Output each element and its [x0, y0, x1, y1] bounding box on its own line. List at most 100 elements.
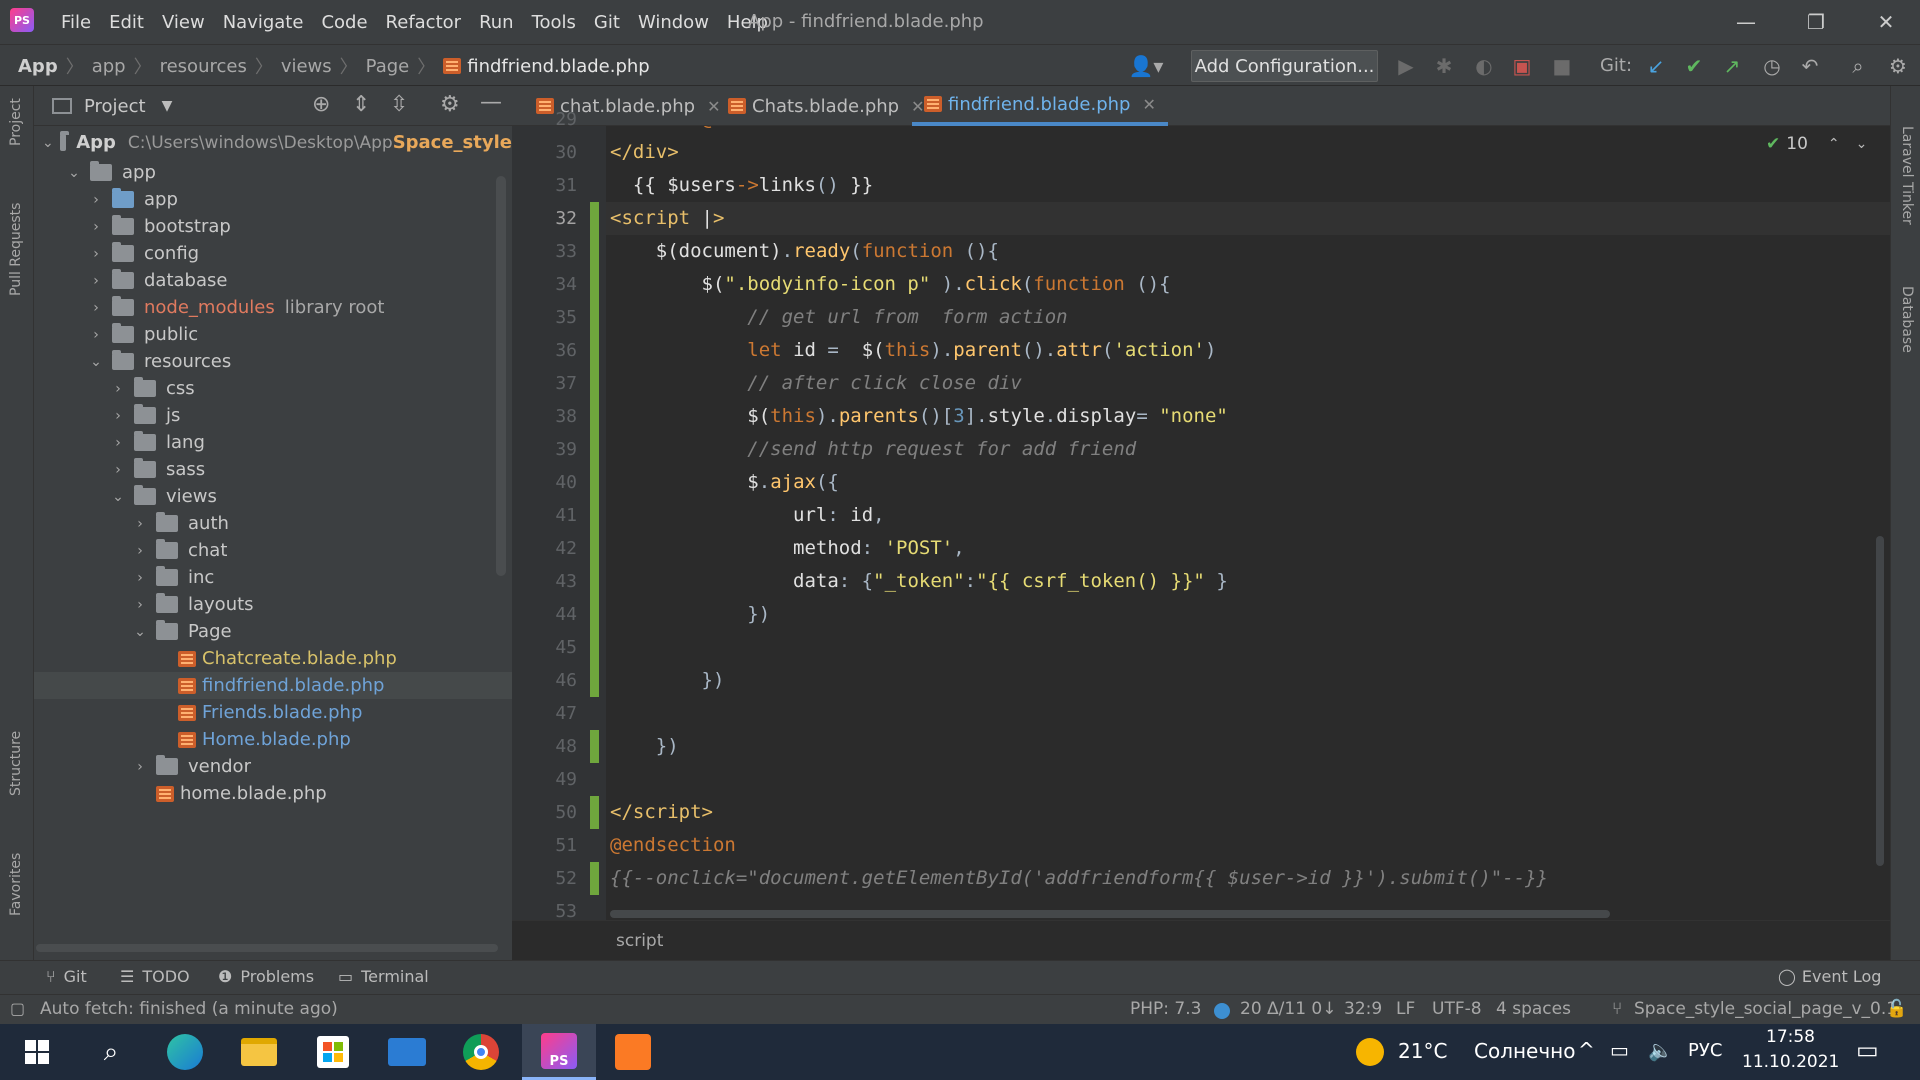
git-push-icon[interactable]: ↗	[1718, 52, 1746, 80]
network-icon[interactable]: ▭	[1610, 1038, 1629, 1062]
tree-folder-item[interactable]: › config	[34, 240, 512, 267]
code-line[interactable]: <script |>	[610, 207, 724, 229]
git-update-icon[interactable]: ↙	[1642, 52, 1670, 80]
code-line[interactable]: })	[610, 603, 770, 625]
chevron-right-icon[interactable]: ›	[86, 273, 106, 289]
vcs-change-marker[interactable]	[590, 862, 599, 895]
chevron-right-icon[interactable]: ›	[108, 462, 128, 478]
caret-position[interactable]: 32:9	[1344, 999, 1382, 1019]
php-level[interactable]: PHP: 7.3	[1130, 999, 1201, 1019]
tree-file-item[interactable]: Home.blade.php	[34, 726, 512, 753]
tree-folder-item[interactable]: › lang	[34, 429, 512, 456]
code-line[interactable]: {{--onclick="document.getElementById('ad…	[610, 867, 1548, 889]
chevron-right-icon[interactable]: ›	[86, 219, 106, 235]
code-line[interactable]: })	[610, 669, 725, 691]
search-icon[interactable]: ⌕	[74, 1024, 148, 1080]
tree-folder-item[interactable]: › vendor	[34, 753, 512, 780]
chevron-right-icon[interactable]: ›	[130, 516, 150, 532]
line-separator[interactable]: LF	[1396, 999, 1415, 1019]
tree-folder-item[interactable]: › auth	[34, 510, 512, 537]
tree-folder-item[interactable]: › layouts	[34, 591, 512, 618]
windows-start-icon[interactable]	[0, 1024, 74, 1080]
code-line[interactable]: let id = $(this).parent().attr('action')	[610, 339, 1216, 361]
close-window-icon[interactable]: ✕	[1856, 6, 1916, 38]
code-line[interactable]: @endsection	[610, 834, 736, 856]
vcs-change-marker[interactable]	[590, 730, 599, 763]
inspection-widget[interactable]: ✔ 10 ⌃ ⌄	[1766, 134, 1867, 154]
collapse-all-icon[interactable]: ⇳	[390, 92, 408, 117]
tree-folder-item[interactable]: › public	[34, 321, 512, 348]
tree-hscroll[interactable]	[34, 944, 512, 954]
menu-navigate[interactable]: Navigate	[214, 12, 313, 33]
chevron-up-icon[interactable]: ^	[1578, 1038, 1595, 1062]
tree-folder-item[interactable]: ⌄ Page	[34, 618, 512, 645]
menu-window[interactable]: Window	[629, 12, 718, 33]
git-tool-button[interactable]: ⑂ Git	[46, 967, 87, 986]
chevron-up-icon[interactable]: ⌃	[1828, 136, 1840, 152]
rollback-icon[interactable]: ↶	[1796, 52, 1824, 80]
code-line[interactable]: $(".bodyinfo-icon p" ).click(function ()…	[610, 273, 1171, 295]
store-icon[interactable]	[296, 1024, 370, 1080]
code-line[interactable]: })	[610, 735, 679, 757]
clock-date[interactable]: 11.10.2021	[1742, 1052, 1839, 1072]
menu-view[interactable]: View	[153, 12, 214, 33]
todo-tool-button[interactable]: ☰ TODO	[120, 967, 190, 986]
tree-folder-item[interactable]: › sass	[34, 456, 512, 483]
restore-icon[interactable]: ❐	[1786, 6, 1846, 38]
options-gear-icon[interactable]: ⚙	[440, 92, 460, 117]
tree-folder-item[interactable]: › chat	[34, 537, 512, 564]
menu-tools[interactable]: Tools	[523, 12, 585, 33]
project-tool-tab[interactable]: Project	[8, 98, 24, 146]
add-configuration-button[interactable]: Add Configuration...	[1191, 50, 1378, 82]
profiler-icon[interactable]: ▣	[1508, 52, 1536, 80]
code-line[interactable]: $(document).ready(function (){	[610, 240, 999, 262]
vcs-change-marker[interactable]	[590, 796, 599, 829]
chevron-down-icon[interactable]: ▼	[162, 98, 173, 114]
project-view-selector[interactable]: Project	[84, 96, 146, 117]
code-line[interactable]: //send http request for add friend	[610, 438, 1136, 460]
clock-time[interactable]: 17:58	[1766, 1027, 1815, 1047]
edge-icon[interactable]	[148, 1024, 222, 1080]
file-explorer-icon[interactable]	[222, 1024, 296, 1080]
menu-file[interactable]: File	[52, 12, 100, 33]
tree-file-item[interactable]: Chatcreate.blade.php	[34, 645, 512, 672]
code-editor[interactable]: ✔ 10 ⌃ ⌄ @endforeach </div> {{ $users->li…	[606, 126, 1890, 920]
tree-folder-item[interactable]: › app	[34, 186, 512, 213]
chevron-down-icon[interactable]: ⌄	[86, 354, 106, 370]
tree-file-item[interactable]: Friends.blade.php	[34, 699, 512, 726]
hide-panel-icon[interactable]: —	[480, 90, 502, 115]
tree-scrollbar[interactable]	[496, 176, 506, 576]
input-language[interactable]: РУС	[1688, 1040, 1722, 1061]
code-line[interactable]: url: id,	[610, 504, 885, 526]
volume-icon[interactable]: 🔈	[1648, 1038, 1673, 1062]
minimize-icon[interactable]: —	[1716, 6, 1776, 38]
breadcrumb-item[interactable]: App	[18, 56, 58, 77]
event-log-button[interactable]: ◯ Event Log	[1778, 967, 1881, 986]
code-line[interactable]: </div>	[610, 141, 679, 163]
git-commit-icon[interactable]: ✔	[1680, 52, 1708, 80]
code-line[interactable]: </script>	[610, 801, 713, 823]
expand-all-icon[interactable]: ⇕	[352, 92, 370, 117]
code-line[interactable]: data: {"_token":"{{ csrf_token() }}" }	[610, 570, 1228, 592]
chevron-right-icon[interactable]: ›	[86, 192, 106, 208]
chevron-right-icon[interactable]: ›	[108, 408, 128, 424]
breadcrumb-item[interactable]: views	[281, 56, 332, 77]
file-encoding[interactable]: UTF-8	[1432, 999, 1482, 1019]
chrome-icon[interactable]	[444, 1024, 518, 1080]
code-breadcrumb-item[interactable]: script	[616, 931, 663, 951]
tree-folder-item[interactable]: ⌄ resources	[34, 348, 512, 375]
mail-icon[interactable]	[370, 1024, 444, 1080]
tree-root[interactable]: ⌄ App C:\Users\windows\Desktop\App Space…	[34, 126, 512, 159]
chevron-down-icon[interactable]: ⌄	[130, 624, 150, 640]
stop-icon[interactable]: ■	[1548, 52, 1576, 80]
breadcrumb-item[interactable]: findfriend.blade.php	[467, 56, 649, 77]
chevron-down-icon[interactable]: ⌄	[1856, 136, 1868, 152]
chevron-right-icon[interactable]: ›	[130, 543, 150, 559]
locate-file-icon[interactable]: ⊕	[312, 92, 330, 117]
git-branch[interactable]: Space_style_social_page_v_0.1	[1634, 999, 1897, 1019]
menu-edit[interactable]: Edit	[100, 12, 153, 33]
breadcrumb-item[interactable]: app	[92, 56, 126, 77]
pull-requests-tool-tab[interactable]: Pull Requests	[8, 203, 24, 296]
xampp-icon[interactable]	[596, 1024, 670, 1080]
settings-gear-icon[interactable]: ⚙	[1884, 52, 1912, 80]
